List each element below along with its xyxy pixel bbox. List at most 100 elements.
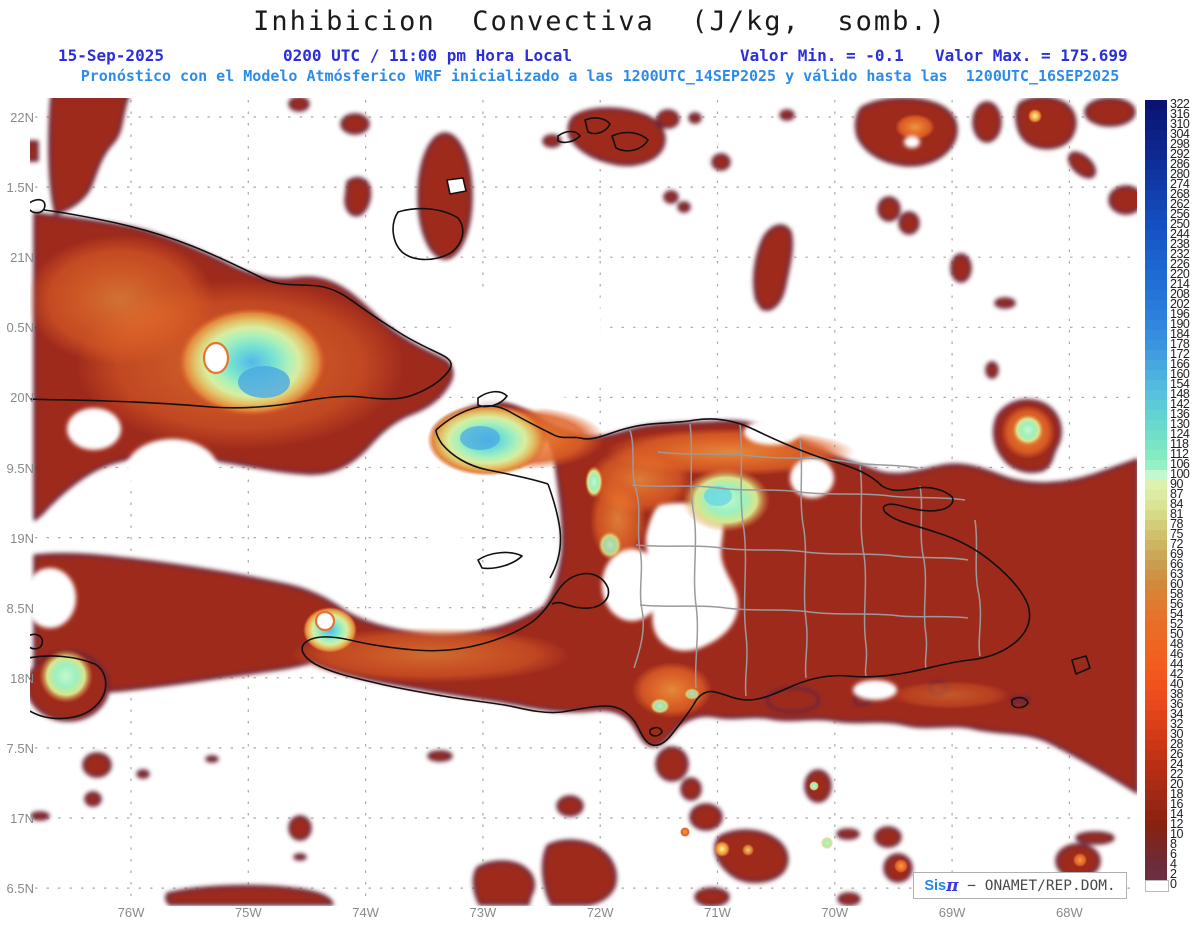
colorbar-swatch <box>1145 640 1167 650</box>
cin-field <box>30 98 1137 906</box>
colorbar-swatch <box>1145 560 1167 570</box>
colorbar-swatch <box>1145 860 1167 870</box>
colorbar-swatch <box>1145 110 1167 120</box>
lat-tick-label: 1.5N <box>6 180 34 196</box>
colorbar-swatch <box>1145 490 1167 500</box>
colorbar-swatch <box>1145 430 1167 440</box>
colorbar-swatch <box>1145 200 1167 210</box>
colorbar-swatch <box>1145 180 1167 190</box>
colorbar-swatch <box>1145 230 1167 240</box>
colorbar-swatch <box>1145 330 1167 340</box>
colorbar-swatch <box>1145 800 1167 810</box>
colorbar-swatch <box>1145 570 1167 580</box>
colorbar-swatch <box>1145 780 1167 790</box>
colorbar-swatch <box>1145 360 1167 370</box>
cin-forecast-screen: Inhibicion Convectiva (J/kg, somb.) 15-S… <box>0 0 1200 927</box>
colorbar-swatch <box>1145 320 1167 330</box>
lon-tick-label: 68W <box>1056 905 1083 920</box>
colorbar-swatch <box>1145 740 1167 750</box>
colorbar-swatch <box>1145 290 1167 300</box>
lat-tick-label: 20N <box>10 390 34 406</box>
lat-tick-label: 21N <box>10 250 34 266</box>
colorbar-swatch <box>1145 650 1167 660</box>
colorbar-swatch <box>1145 840 1167 850</box>
lon-tick-label: 73W <box>469 905 497 920</box>
colorbar-swatch <box>1145 680 1167 690</box>
colorbar-swatch <box>1145 750 1167 760</box>
lon-tick-label: 69W <box>938 905 966 920</box>
colorbar-swatch <box>1145 150 1167 160</box>
colorbar-swatch <box>1145 310 1167 320</box>
colorbar-swatch <box>1145 720 1167 730</box>
attribution-box: Sis π − ONAMET/REP.DOM. <box>913 872 1127 899</box>
colorbar-swatch <box>1145 100 1167 110</box>
colorbar-swatch <box>1145 540 1167 550</box>
colorbar-swatch <box>1145 380 1167 390</box>
colorbar-swatch <box>1145 370 1167 380</box>
colorbar-swatch <box>1145 270 1167 280</box>
colorbar-swatch <box>1145 610 1167 620</box>
colorbar-swatch <box>1145 170 1167 180</box>
colorbar-swatch <box>1145 700 1167 710</box>
colorbar-swatch <box>1145 470 1167 480</box>
lat-tick-label: 22N <box>10 110 34 125</box>
colorbar-swatch <box>1145 120 1167 130</box>
colorbar-swatch <box>1145 590 1167 600</box>
colorbar-swatch <box>1145 420 1167 430</box>
lon-tick-label: 76W <box>117 905 145 920</box>
colorbar-swatch <box>1145 600 1167 610</box>
colorbar-swatch <box>1145 340 1167 350</box>
colorbar-swatch <box>1145 790 1167 800</box>
colorbar-swatch <box>1145 500 1167 510</box>
colorbar-swatch <box>1145 630 1167 640</box>
lat-tick-label: 6.5N <box>6 881 34 897</box>
colorbar-swatch <box>1145 550 1167 560</box>
lon-tick-label: 72W <box>586 905 614 920</box>
colorbar-swatch <box>1145 760 1167 770</box>
colorbar-swatch <box>1145 660 1167 670</box>
attribution-text: − ONAMET/REP.DOM. <box>958 877 1116 894</box>
colorbar-swatch <box>1145 390 1167 400</box>
colorbar-swatch <box>1145 670 1167 680</box>
colorbar-swatch <box>1145 130 1167 140</box>
lat-tick-label: 7.5N <box>6 740 34 756</box>
lat-tick-label: 0.5N <box>6 320 34 336</box>
attribution-brand: Sis <box>924 877 947 894</box>
colorbar-swatch <box>1145 440 1167 450</box>
colorbar-swatch <box>1145 850 1167 860</box>
colorbar-swatch <box>1145 770 1167 780</box>
colorbar-swatch <box>1145 190 1167 200</box>
pi-logo-icon: π <box>946 875 959 896</box>
colorbar-swatch <box>1145 250 1167 260</box>
colorbar-swatch <box>1145 450 1167 460</box>
colorbar-swatch <box>1145 530 1167 540</box>
lon-tick-label: 74W <box>352 905 379 920</box>
lat-tick-label: 17N <box>10 811 34 826</box>
lon-tick-label: 70W <box>821 905 849 920</box>
colorbar-swatch <box>1145 140 1167 150</box>
colorbar-swatch <box>1145 820 1167 830</box>
colorbar-swatch <box>1145 580 1167 590</box>
colorbar-swatch <box>1145 730 1167 740</box>
cin-forecast-map <box>30 98 1137 906</box>
colorbar-swatch <box>1145 350 1167 360</box>
colorbar-swatch <box>1145 480 1167 490</box>
colorbar-swatch <box>1145 710 1167 720</box>
colorbar-swatch <box>1145 210 1167 220</box>
colorbar-swatch <box>1145 400 1167 410</box>
colorbar-swatch <box>1145 510 1167 520</box>
colorbar-swatch <box>1145 880 1169 892</box>
lat-tick-label: 19N <box>10 530 34 546</box>
colorbar-swatch <box>1145 300 1167 310</box>
lat-tick-label: 9.5N <box>6 460 34 476</box>
colorbar-tick-label: 0 <box>1170 877 1177 891</box>
colorbar-swatch <box>1145 870 1167 880</box>
colorbar-swatch <box>1145 410 1167 420</box>
colorbar-swatch <box>1145 460 1167 470</box>
colorbar-swatch <box>1145 810 1167 820</box>
colorbar-swatch <box>1145 620 1167 630</box>
colorbar-swatch <box>1145 280 1167 290</box>
lon-tick-label: 75W <box>234 905 262 920</box>
colorbar-swatch <box>1145 260 1167 270</box>
lat-tick-label: 18N <box>10 670 34 686</box>
